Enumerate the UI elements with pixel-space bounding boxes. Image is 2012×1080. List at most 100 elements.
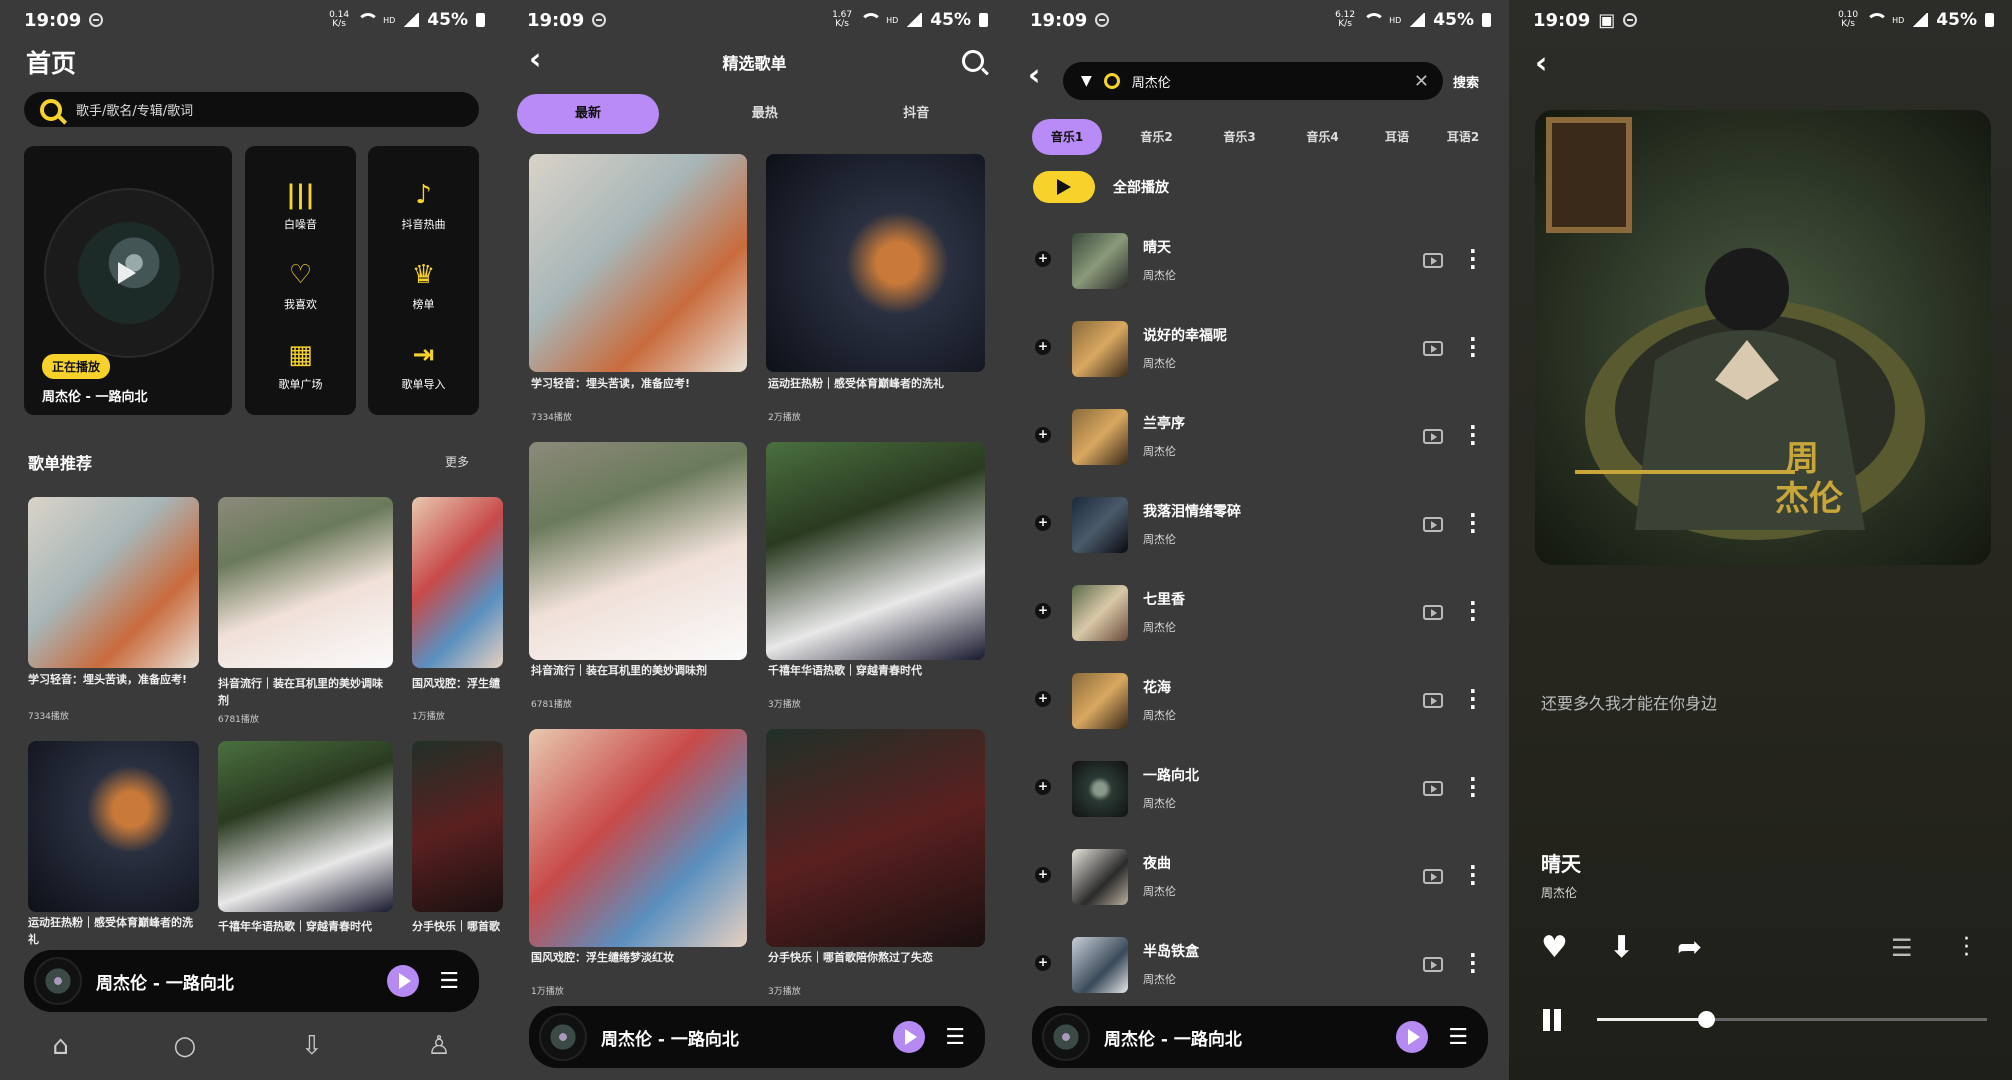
playlist-cover[interactable]: [529, 729, 747, 947]
heart-icon[interactable]: ♥: [1541, 930, 1568, 965]
back-icon[interactable]: ‹: [1535, 46, 1547, 81]
playlist-queue-icon[interactable]: ☰: [439, 969, 459, 994]
song-row[interactable]: + 一路向北 周杰伦 · · ·: [1006, 743, 1509, 831]
search-input[interactable]: ▼ 周杰伦 ✕: [1063, 62, 1443, 100]
mv-icon[interactable]: [1423, 605, 1443, 620]
more-icon[interactable]: · · ·: [1469, 769, 1477, 805]
tab-music1[interactable]: 音乐1: [1032, 119, 1102, 155]
tab-hottest[interactable]: 最热: [689, 94, 841, 134]
add-icon[interactable]: +: [1035, 603, 1051, 619]
mv-icon[interactable]: [1423, 253, 1443, 268]
playlist-cover[interactable]: [218, 497, 393, 668]
back-icon[interactable]: ‹: [1028, 58, 1040, 93]
play-button[interactable]: [387, 965, 420, 997]
tab-music2[interactable]: 音乐2: [1115, 119, 1198, 155]
playlist-queue-icon[interactable]: ☰: [945, 1025, 965, 1050]
add-icon[interactable]: +: [1035, 691, 1051, 707]
search-icon[interactable]: [962, 50, 984, 72]
mv-icon[interactable]: [1423, 781, 1443, 796]
search-button[interactable]: 搜索: [1453, 72, 1479, 91]
add-icon[interactable]: +: [1035, 251, 1051, 267]
song-row[interactable]: + 七里香 周杰伦 · · ·: [1006, 567, 1509, 655]
more-icon[interactable]: · · ·: [1469, 681, 1477, 717]
play-all-button[interactable]: 全部播放: [1033, 171, 1169, 203]
playlist-cover[interactable]: [412, 741, 503, 912]
tab-music3[interactable]: 音乐3: [1198, 119, 1281, 155]
more-icon[interactable]: · · ·: [1469, 329, 1477, 365]
home-icon[interactable]: ⌂: [52, 1031, 69, 1061]
song-title: 半岛铁盒: [1143, 944, 1199, 960]
progress-fill: [1597, 1018, 1707, 1021]
add-icon[interactable]: +: [1035, 779, 1051, 795]
play-button[interactable]: [1396, 1021, 1429, 1053]
playlist-cover[interactable]: [412, 497, 503, 668]
playlist-cover[interactable]: [766, 729, 985, 947]
tab-latest[interactable]: 最新: [517, 94, 659, 134]
more-icon[interactable]: · · ·: [1469, 241, 1477, 277]
download-icon[interactable]: ⇩: [301, 1031, 323, 1061]
shortcut-label: 歌单广场: [278, 378, 323, 391]
profile-icon[interactable]: ♙: [427, 1031, 450, 1061]
clear-icon[interactable]: ✕: [1414, 71, 1429, 92]
shortcut-favorites[interactable]: ♡ 我喜欢: [245, 260, 356, 312]
pause-button[interactable]: [1541, 1009, 1563, 1031]
shortcut-charts[interactable]: ♛ 榜单: [368, 260, 479, 312]
song-row[interactable]: + 说好的幸福呢 周杰伦 · · ·: [1006, 303, 1509, 391]
add-icon[interactable]: +: [1035, 427, 1051, 443]
add-icon[interactable]: +: [1035, 867, 1051, 883]
tab-whisper2[interactable]: 耳语2: [1430, 119, 1496, 155]
more-icon[interactable]: · · ·: [1469, 505, 1477, 541]
play-button[interactable]: [893, 1021, 926, 1053]
more-link[interactable]: 更多: [445, 453, 469, 470]
shortcut-playlist-square[interactable]: ▦ 歌单广场: [245, 340, 356, 392]
download-icon[interactable]: ⬇: [1609, 930, 1634, 965]
add-icon[interactable]: +: [1035, 515, 1051, 531]
mv-icon[interactable]: [1423, 517, 1443, 532]
more-icon[interactable]: · · ·: [1469, 417, 1477, 453]
vinyl-disc[interactable]: [44, 188, 214, 358]
search-icon[interactable]: ○: [174, 1031, 197, 1061]
more-icon[interactable]: · · ·: [1963, 929, 1970, 967]
more-icon[interactable]: · · ·: [1469, 945, 1477, 981]
playlist-queue-icon[interactable]: ☰: [1448, 1025, 1468, 1050]
playlist-queue-icon[interactable]: ☰: [1891, 934, 1913, 962]
mv-icon[interactable]: [1423, 341, 1443, 356]
song-row[interactable]: + 晴天 周杰伦 · · ·: [1006, 215, 1509, 303]
shortcut-tiktok-hits[interactable]: ♪ 抖音热曲: [368, 180, 479, 232]
mini-player[interactable]: 周杰伦 - 一路向北 ☰: [529, 1006, 985, 1068]
mv-icon[interactable]: [1423, 957, 1443, 972]
song-row[interactable]: + 夜曲 周杰伦 · · ·: [1006, 831, 1509, 919]
playlist-cover[interactable]: [218, 741, 393, 912]
share-icon[interactable]: ➦: [1677, 930, 1702, 965]
playlist-cover[interactable]: [766, 442, 985, 660]
tab-whisper[interactable]: 耳语: [1364, 119, 1430, 155]
song-row[interactable]: + 半岛铁盒 周杰伦 · · ·: [1006, 919, 1509, 1007]
tab-music4[interactable]: 音乐4: [1281, 119, 1364, 155]
mini-player[interactable]: 周杰伦 - 一路向北 ☰: [1032, 1006, 1488, 1068]
song-row[interactable]: + 花海 周杰伦 · · ·: [1006, 655, 1509, 743]
mv-icon[interactable]: [1423, 869, 1443, 884]
mv-icon[interactable]: [1423, 693, 1443, 708]
more-icon[interactable]: · · ·: [1469, 857, 1477, 893]
song-row[interactable]: + 我落泪情绪零碎 周杰伦 · · ·: [1006, 479, 1509, 567]
mv-icon[interactable]: [1423, 429, 1443, 444]
song-artist: 周杰伦: [1143, 445, 1176, 458]
playlist-cover[interactable]: [529, 154, 747, 372]
shortcut-white-noise[interactable]: ||| 白噪音: [245, 180, 356, 232]
add-icon[interactable]: +: [1035, 339, 1051, 355]
search-input[interactable]: 歌手/歌名/专辑/歌词: [24, 92, 479, 127]
add-icon[interactable]: +: [1035, 955, 1051, 971]
now-playing-card[interactable]: 正在播放 周杰伦 - 一路向北: [24, 146, 232, 415]
progress-knob[interactable]: [1698, 1011, 1716, 1028]
tab-tiktok[interactable]: 抖音: [841, 94, 993, 134]
playlist-cover[interactable]: [529, 442, 747, 660]
mini-player[interactable]: 周杰伦 - 一路向北 ☰: [24, 950, 479, 1012]
more-icon[interactable]: · · ·: [1469, 593, 1477, 629]
playlist-cover[interactable]: [28, 497, 199, 668]
song-row[interactable]: + 兰亭序 周杰伦 · · ·: [1006, 391, 1509, 479]
shortcut-import[interactable]: ⇥ 歌单导入: [368, 340, 479, 392]
source-dropdown-icon[interactable]: ▼: [1081, 73, 1092, 89]
playlist-cover[interactable]: [28, 741, 199, 912]
playlist-cover[interactable]: [766, 154, 985, 372]
progress-bar[interactable]: [1597, 1011, 1987, 1028]
